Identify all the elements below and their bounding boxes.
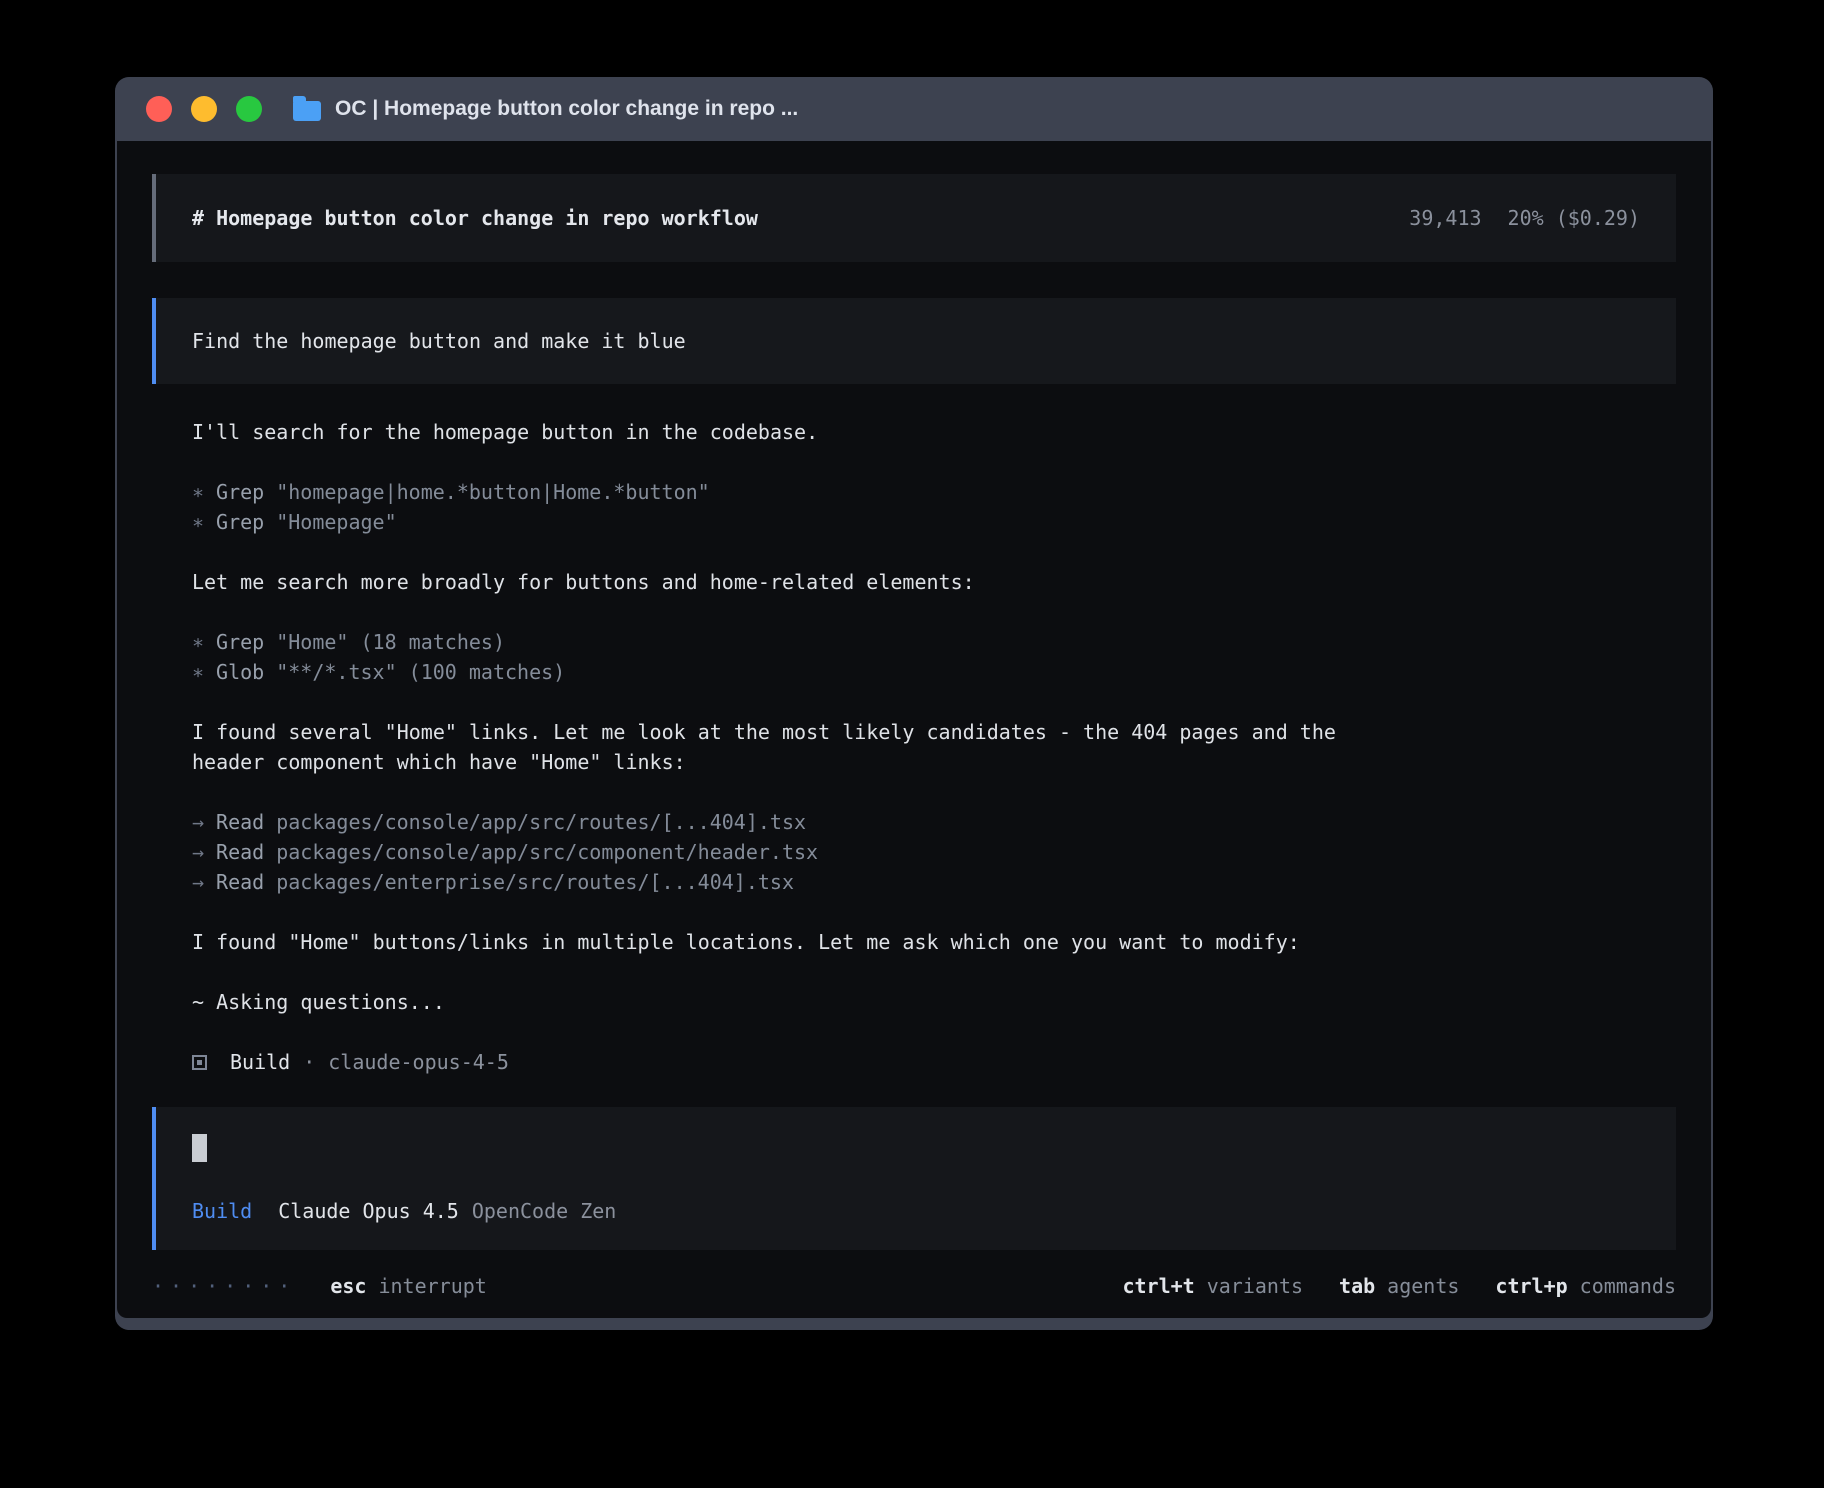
zoom-button[interactable] xyxy=(236,96,262,122)
spinner-dots-icon: ········ xyxy=(152,1271,296,1301)
assistant-message-1: I'll search for the homepage button in t… xyxy=(192,417,1676,447)
text-cursor xyxy=(192,1134,207,1162)
tool-args: "Homepage" xyxy=(276,507,396,537)
session-stats: 39,413 20% ($0.29) xyxy=(1409,203,1640,233)
tool-name: Grep xyxy=(216,627,264,657)
model-name[interactable]: Claude Opus 4.5 xyxy=(278,1196,459,1226)
context-cost: 20% ($0.29) xyxy=(1508,203,1640,233)
asking-questions-status: ~ Asking questions... xyxy=(192,987,1676,1017)
tool-name: Read xyxy=(216,807,264,837)
tool-name: Read xyxy=(216,837,264,867)
agent-model: claude-opus-4-5 xyxy=(328,1047,509,1077)
tool-arrow-icon: → xyxy=(192,837,204,867)
transcript: I'll search for the homepage button in t… xyxy=(152,417,1676,1077)
tool-bullet-icon: ∗ xyxy=(192,627,204,657)
assistant-message-3: I found several "Home" links. Let me loo… xyxy=(192,717,1676,777)
shortcut-variants: ctrl+t variants xyxy=(1122,1271,1303,1301)
input-line[interactable] xyxy=(192,1133,1640,1163)
tool-group-1: ∗ Grep "homepage|home.*button|Home.*butt… xyxy=(192,477,1676,537)
terminal-content: # Homepage button color change in repo w… xyxy=(117,141,1711,1318)
shortcut-key: ctrl+p xyxy=(1495,1271,1567,1301)
prompt-input[interactable]: Build Claude Opus 4.5 OpenCode Zen xyxy=(152,1107,1676,1250)
user-message-text: Find the homepage button and make it blu… xyxy=(192,326,686,356)
minimize-button[interactable] xyxy=(191,96,217,122)
tool-call-grep-3: ∗ Grep "Home" (18 matches) xyxy=(192,627,1676,657)
tool-group-2: ∗ Grep "Home" (18 matches) ∗ Glob "**/*.… xyxy=(192,627,1676,687)
shortcut-label: agents xyxy=(1387,1271,1459,1301)
terminal-window: OC | Homepage button color change in rep… xyxy=(115,77,1713,1330)
tool-args: "Home" (18 matches) xyxy=(276,627,505,657)
assistant-message-4: I found "Home" buttons/links in multiple… xyxy=(192,927,1676,957)
tool-call-grep-1: ∗ Grep "homepage|home.*button|Home.*butt… xyxy=(192,477,1676,507)
tool-args: packages/console/app/src/component/heade… xyxy=(276,837,818,867)
agent-name: Build xyxy=(230,1047,290,1077)
traffic-lights xyxy=(146,96,262,122)
input-mode-line: Build Claude Opus 4.5 OpenCode Zen xyxy=(192,1196,1640,1226)
tool-args: packages/enterprise/src/routes/[...404].… xyxy=(276,867,794,897)
agent-icon xyxy=(192,1055,207,1070)
tool-args: "**/*.tsx" (100 matches) xyxy=(276,657,565,687)
assistant-message-2: Let me search more broadly for buttons a… xyxy=(192,567,1676,597)
tool-bullet-icon: ∗ xyxy=(192,507,204,537)
token-count: 39,413 xyxy=(1409,203,1481,233)
window-title: OC | Homepage button color change in rep… xyxy=(335,97,798,121)
title-group: OC | Homepage button color change in rep… xyxy=(293,97,798,121)
agent-separator: · xyxy=(303,1047,315,1077)
model-provider: OpenCode Zen xyxy=(472,1196,617,1226)
mode-indicator[interactable]: Build xyxy=(192,1196,252,1226)
tool-arrow-icon: → xyxy=(192,867,204,897)
shortcut-commands: ctrl+p commands xyxy=(1495,1271,1676,1301)
tool-bullet-icon: ∗ xyxy=(192,657,204,687)
shortcut-label: commands xyxy=(1580,1271,1676,1301)
shortcut-agents: tab agents xyxy=(1339,1271,1459,1301)
tool-call-read-3: → Read packages/enterprise/src/routes/[.… xyxy=(192,867,1676,897)
session-title: # Homepage button color change in repo w… xyxy=(192,203,758,233)
tool-call-grep-2: ∗ Grep "Homepage" xyxy=(192,507,1676,537)
status-bar-right: ctrl+t variants tab agents ctrl+p comman… xyxy=(1086,1271,1676,1301)
tool-args: packages/console/app/src/routes/[...404]… xyxy=(276,807,806,837)
tool-arrow-icon: → xyxy=(192,807,204,837)
tool-name: Read xyxy=(216,867,264,897)
window-titlebar[interactable]: OC | Homepage button color change in rep… xyxy=(117,77,1711,141)
tool-call-read-2: → Read packages/console/app/src/componen… xyxy=(192,837,1676,867)
tool-name: Grep xyxy=(216,507,264,537)
tool-name: Grep xyxy=(216,477,264,507)
shortcut-key: ctrl+t xyxy=(1122,1271,1194,1301)
status-bar: ········ esc interrupt ctrl+t variants t… xyxy=(152,1271,1676,1301)
agent-status: Build · claude-opus-4-5 xyxy=(192,1047,1676,1077)
tool-args: "homepage|home.*button|Home.*button" xyxy=(276,477,709,507)
shortcut-label: variants xyxy=(1207,1271,1303,1301)
tool-call-glob: ∗ Glob "**/*.tsx" (100 matches) xyxy=(192,657,1676,687)
user-message: Find the homepage button and make it blu… xyxy=(152,298,1676,384)
tool-bullet-icon: ∗ xyxy=(192,477,204,507)
tool-name: Glob xyxy=(216,657,264,687)
folder-icon xyxy=(293,101,321,121)
shortcut-key: tab xyxy=(1339,1271,1375,1301)
close-button[interactable] xyxy=(146,96,172,122)
tool-call-read-1: → Read packages/console/app/src/routes/[… xyxy=(192,807,1676,837)
tool-group-3: → Read packages/console/app/src/routes/[… xyxy=(192,807,1676,897)
session-header: # Homepage button color change in repo w… xyxy=(152,174,1676,262)
esc-key-hint: esc xyxy=(330,1271,366,1301)
status-bar-left: ········ esc interrupt xyxy=(152,1271,487,1301)
esc-key-label: interrupt xyxy=(378,1271,486,1301)
